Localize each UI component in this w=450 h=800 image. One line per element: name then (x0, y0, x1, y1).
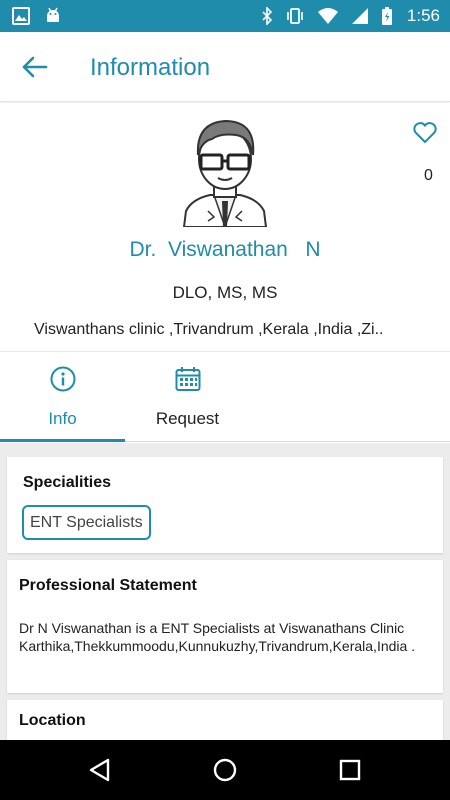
doctor-degrees: DLO, MS, MS (172, 283, 278, 302)
speciality-chip[interactable]: ENT Specialists (22, 505, 151, 540)
location-title: Location (19, 712, 86, 729)
back-triangle-icon[interactable] (87, 757, 113, 783)
specialities-card: Specialities ENT Specialists (7, 457, 443, 553)
image-icon (12, 7, 30, 25)
status-bar: 1:56 (0, 0, 450, 32)
professional-statement-card: Professional Statement Dr N Viswanathan … (7, 560, 443, 693)
doctor-profile: 0 Dr. Viswanathan N DLO, MS, MS Viswanth… (0, 103, 450, 351)
info-content[interactable]: Specialities ENT Specialists Professiona… (0, 443, 450, 740)
system-nav-bar (0, 740, 450, 800)
professional-statement-title: Professional Statement (19, 577, 197, 594)
tab-info[interactable]: Info (0, 352, 125, 442)
android-icon (47, 7, 59, 22)
doctor-name: Dr. Viswanathan N (129, 238, 321, 261)
status-time: 1:56 (406, 6, 440, 25)
tab-request-label: Request (155, 409, 220, 428)
calendar-icon (175, 367, 201, 391)
tab-request[interactable]: Request (125, 352, 250, 442)
back-arrow-icon[interactable] (20, 54, 50, 80)
recents-square-icon[interactable] (337, 757, 363, 783)
bluetooth-icon (262, 7, 273, 25)
wifi-icon (317, 8, 338, 24)
doctor-avatar (182, 119, 268, 227)
vibrate-icon (287, 8, 303, 24)
professional-statement-text: Dr N Viswanathan is a ENT Specialists at… (19, 620, 416, 654)
home-circle-icon[interactable] (212, 757, 238, 783)
page-title: Information (90, 54, 211, 81)
specialities-title: Specialities (23, 474, 112, 491)
doctor-address: Viswanthans clinic ,Trivandrum ,Kerala ,… (34, 321, 384, 338)
info-icon (50, 366, 76, 392)
app-bar: Information (0, 32, 450, 102)
favorite-heart-icon[interactable] (412, 121, 438, 145)
tab-info-label: Info (48, 409, 77, 428)
tab-bar: Info Request (0, 351, 450, 442)
tab-selected-indicator (0, 439, 125, 442)
location-card: Location (7, 700, 443, 740)
battery-icon (381, 7, 392, 25)
favorite-count: 0 (424, 167, 433, 184)
cellular-icon (351, 8, 368, 24)
